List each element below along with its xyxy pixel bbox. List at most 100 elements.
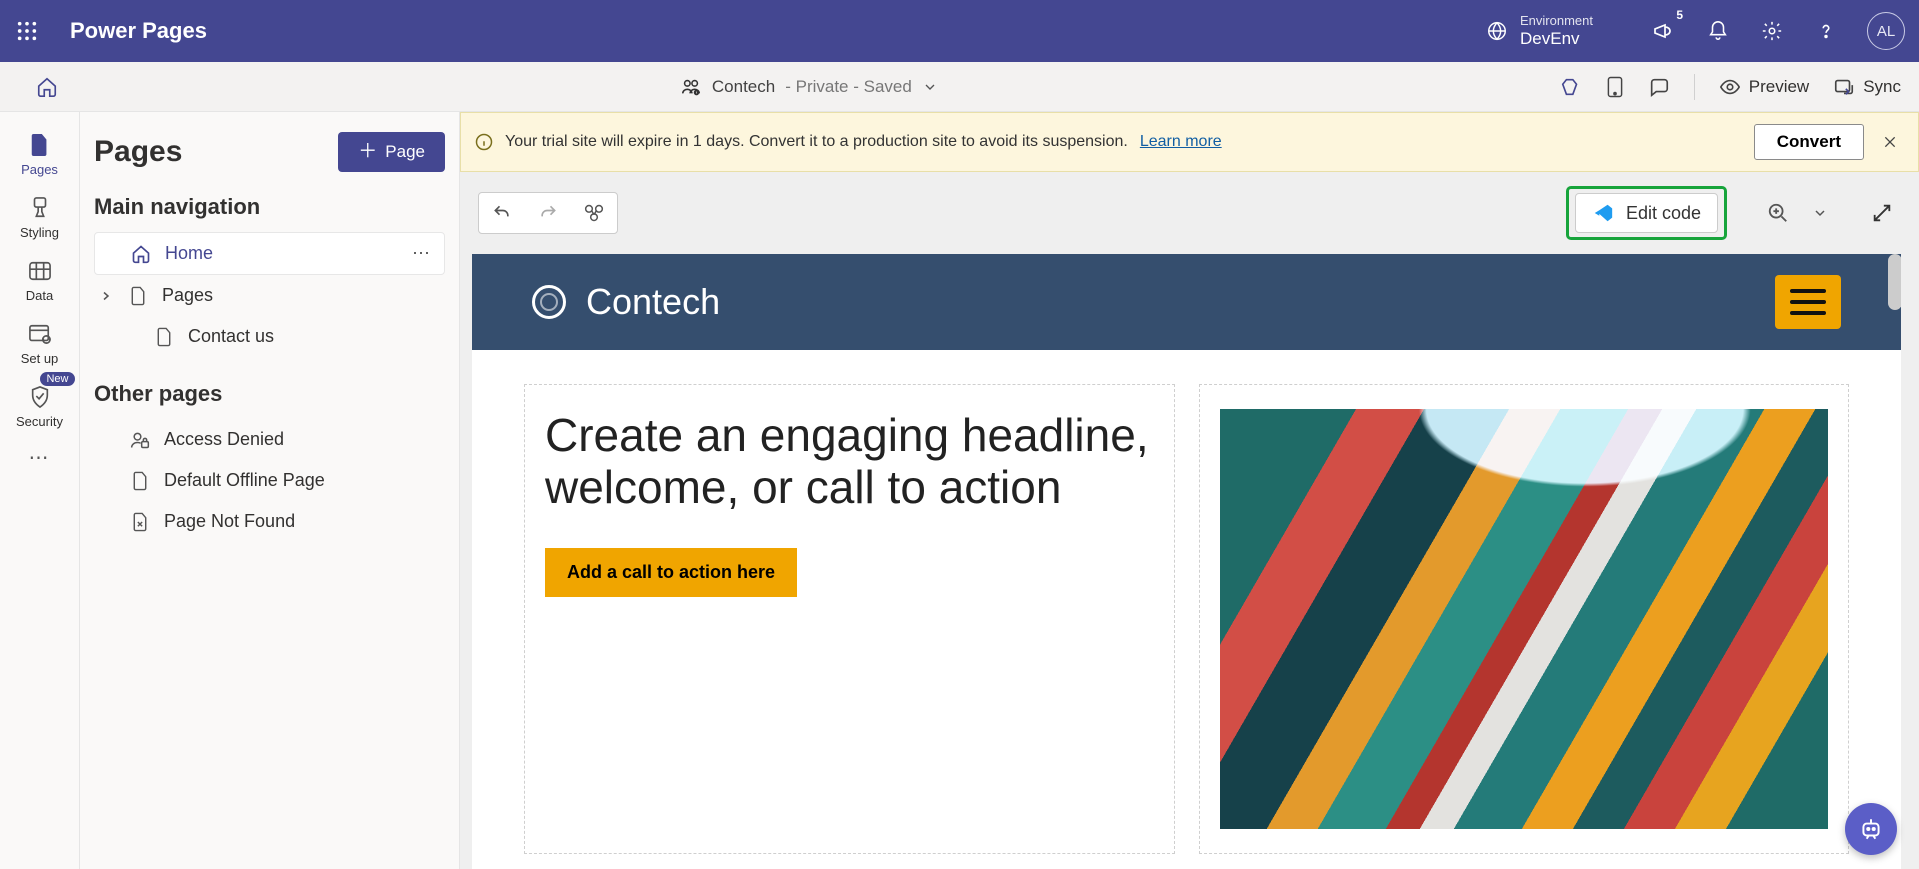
fullscreen-icon[interactable] xyxy=(1863,194,1901,232)
components-button[interactable] xyxy=(571,193,617,233)
undo-button[interactable] xyxy=(479,193,525,233)
close-icon[interactable] xyxy=(1876,134,1904,150)
rail-label: Set up xyxy=(21,351,59,366)
page-preview-frame: Contech Create an engaging headline, wel… xyxy=(472,254,1901,869)
context-bar: Contech - Private - Saved Preview Sync xyxy=(0,62,1919,112)
convert-button[interactable]: Convert xyxy=(1754,124,1864,160)
hero-image-placeholder xyxy=(1220,409,1829,829)
tree-item-home[interactable]: Home ⋯ xyxy=(94,232,445,275)
site-picker[interactable]: Contech - Private - Saved xyxy=(72,76,1546,98)
hero-image-column[interactable] xyxy=(1199,384,1850,854)
pages-sidebar: Pages ＋ Page Main navigation Home ⋯ Page… xyxy=(80,112,460,869)
rail-item-data[interactable]: Data xyxy=(3,252,77,309)
site-header: Contech xyxy=(472,254,1901,350)
notification-badge: 5 xyxy=(1676,8,1683,22)
app-title: Power Pages xyxy=(70,18,207,44)
brush-icon xyxy=(27,195,53,221)
other-pages-header: Other pages xyxy=(94,381,445,407)
hero-headline[interactable]: Create an engaging headline, welcome, or… xyxy=(545,409,1154,514)
rail-label: Styling xyxy=(20,225,59,240)
preview-label: Preview xyxy=(1749,77,1809,97)
sync-button[interactable]: Sync xyxy=(1833,76,1901,98)
rail-item-security[interactable]: New Security xyxy=(3,378,77,435)
redo-button[interactable] xyxy=(525,193,571,233)
learn-more-link[interactable]: Learn more xyxy=(1140,133,1222,151)
divider xyxy=(1694,74,1695,100)
environment-name: DevEnv xyxy=(1520,29,1593,49)
help-icon[interactable] xyxy=(1813,18,1839,44)
home-icon xyxy=(131,244,151,264)
copilot-chat-button[interactable] xyxy=(1845,803,1897,855)
page-x-icon xyxy=(130,512,150,532)
chat-icon[interactable] xyxy=(1648,76,1670,98)
tree-label: Contact us xyxy=(188,326,274,347)
trial-warning-banner: Your trial site will expire in 1 days. C… xyxy=(460,112,1919,172)
info-icon xyxy=(475,133,493,151)
editor-toolbar: Edit code xyxy=(460,172,1919,254)
preview-button[interactable]: Preview xyxy=(1719,76,1809,98)
site-name: Contech xyxy=(712,77,775,97)
gear-icon[interactable] xyxy=(1759,18,1785,44)
tree-label: Pages xyxy=(162,285,213,306)
tree-item-access-denied[interactable]: Access Denied xyxy=(94,419,445,460)
edit-code-highlight: Edit code xyxy=(1566,186,1727,240)
site-brand-name: Contech xyxy=(586,281,720,323)
avatar-initials: AL xyxy=(1877,23,1895,40)
page-icon xyxy=(128,286,148,306)
person-lock-icon xyxy=(130,430,150,450)
document-icon xyxy=(27,132,53,158)
hero-cta-button[interactable]: Add a call to action here xyxy=(545,548,797,597)
rail-item-pages[interactable]: Pages xyxy=(3,126,77,183)
chevron-right-icon[interactable] xyxy=(100,290,114,302)
more-icon[interactable]: ⋯ xyxy=(412,243,432,264)
megaphone-icon[interactable]: 5 xyxy=(1651,18,1677,44)
table-icon xyxy=(27,258,53,284)
top-app-bar: Power Pages Environment DevEnv 5 AL xyxy=(0,0,1919,62)
banner-text: Your trial site will expire in 1 days. C… xyxy=(505,133,1128,151)
zoom-in-icon[interactable] xyxy=(1759,194,1797,232)
hero-section: Create an engaging headline, welcome, or… xyxy=(472,350,1901,854)
rail-more-icon[interactable]: ⋯ xyxy=(29,445,51,470)
site-status: - Private - Saved xyxy=(785,77,912,97)
environment-label: Environment xyxy=(1520,13,1593,29)
zoom-chevron-down-icon[interactable] xyxy=(1801,194,1839,232)
avatar[interactable]: AL xyxy=(1867,12,1905,50)
new-pill: New xyxy=(40,372,74,386)
tree-item-contact-us[interactable]: Contact us xyxy=(94,316,445,357)
main-nav-header: Main navigation xyxy=(94,194,445,220)
rail-label: Security xyxy=(16,414,63,429)
hamburger-menu-button[interactable] xyxy=(1775,275,1841,329)
environment-picker[interactable]: Environment DevEnv xyxy=(1486,13,1593,49)
left-rail: Pages Styling Data Set up New Security xyxy=(0,112,80,869)
page-icon xyxy=(154,327,174,347)
window-gear-icon xyxy=(27,321,53,347)
sidebar-title: Pages xyxy=(94,135,182,169)
hero-text-column[interactable]: Create an engaging headline, welcome, or… xyxy=(524,384,1175,854)
edit-code-label: Edit code xyxy=(1626,203,1701,224)
rail-label: Pages xyxy=(21,162,58,177)
rail-item-styling[interactable]: Styling xyxy=(3,189,77,246)
tree-label: Default Offline Page xyxy=(164,470,325,491)
tree-item-page-not-found[interactable]: Page Not Found xyxy=(94,501,445,542)
tree-label: Access Denied xyxy=(164,429,284,450)
mobile-preview-icon[interactable] xyxy=(1606,76,1624,98)
edit-code-button[interactable]: Edit code xyxy=(1575,193,1718,233)
tree-label: Home xyxy=(165,243,213,264)
add-page-button[interactable]: ＋ Page xyxy=(338,132,445,172)
page-icon xyxy=(130,471,150,491)
add-page-label: Page xyxy=(385,142,425,162)
home-icon[interactable] xyxy=(36,76,58,98)
shield-icon xyxy=(27,384,53,410)
tree-label: Page Not Found xyxy=(164,511,295,532)
rail-label: Data xyxy=(26,288,53,303)
site-brand[interactable]: Contech xyxy=(532,281,720,323)
tree-item-default-offline[interactable]: Default Offline Page xyxy=(94,460,445,501)
copilot-icon[interactable] xyxy=(1560,76,1582,98)
logo-icon xyxy=(532,285,566,319)
rail-item-setup[interactable]: Set up xyxy=(3,315,77,372)
bell-icon[interactable] xyxy=(1705,18,1731,44)
waffle-icon[interactable] xyxy=(14,18,40,44)
tree-item-pages[interactable]: Pages xyxy=(94,275,445,316)
sync-label: Sync xyxy=(1863,77,1901,97)
canvas-area: Your trial site will expire in 1 days. C… xyxy=(460,112,1919,869)
